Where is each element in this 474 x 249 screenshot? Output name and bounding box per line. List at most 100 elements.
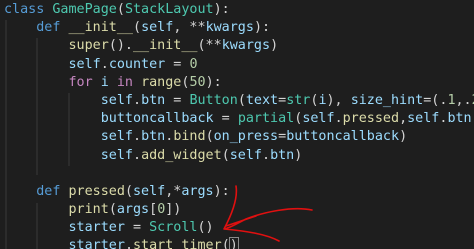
code-token: self: [302, 111, 335, 127]
code-token: super: [68, 38, 109, 54]
code-token: .: [133, 147, 142, 163]
code-line[interactable]: starter = Scroll(): [4, 219, 474, 237]
code-token: self: [100, 147, 133, 163]
code-line[interactable]: buttoncallback = partial(self.pressed,se…: [4, 110, 474, 128]
code-token: def: [36, 183, 61, 199]
code-token: __init__: [68, 20, 134, 36]
code-token: (: [133, 20, 142, 36]
code-token: (): [197, 220, 214, 236]
code-line[interactable]: def pressed(self,*args):: [4, 183, 474, 201]
code-token: .: [133, 92, 142, 108]
code-token: btn: [447, 111, 472, 127]
code-line[interactable]: for i in range(50):: [4, 74, 474, 92]
code-token: args: [181, 183, 214, 199]
code-token: ,: [399, 111, 408, 127]
code-line[interactable]: print(args[0]): [4, 201, 474, 219]
code-token: __init__: [133, 38, 198, 54]
code-line[interactable]: self.btn.bind(on_press=buttoncallback): [4, 128, 474, 146]
code-line[interactable]: super().__init__(**kwargs): [4, 37, 474, 55]
code-token: buttoncallback: [286, 129, 400, 145]
code-token: (: [221, 147, 230, 163]
code-token: ): [270, 38, 279, 54]
code-token: ().: [108, 38, 133, 54]
code-token: i: [100, 74, 109, 90]
code-token: print: [68, 202, 109, 218]
code-line[interactable]: starter.start_timer(): [4, 237, 474, 249]
code-token: StackLayout: [124, 2, 214, 17]
code-token: in: [116, 74, 133, 90]
code-token: self: [407, 111, 440, 127]
code-token: self: [133, 183, 166, 199]
code-token: Button: [189, 92, 238, 108]
code-token: ),: [326, 92, 351, 108]
code-token: (**: [197, 38, 222, 54]
code-line[interactable]: self.counter = 0: [4, 56, 474, 74]
code-token: buttoncallback: [100, 111, 214, 127]
code-token: ):: [205, 74, 222, 90]
code-token: starter: [68, 238, 125, 249]
code-token: text: [245, 92, 279, 108]
code-token: self: [100, 129, 133, 145]
code-token: class: [4, 2, 45, 17]
code-token: (: [237, 92, 246, 108]
code-token: .: [133, 129, 142, 145]
code-token: self: [229, 147, 262, 163]
code-token: counter: [108, 56, 166, 72]
code-token: 50: [189, 74, 206, 90]
code-token: =: [165, 92, 190, 108]
code-token: args: [116, 202, 150, 218]
code-token: .: [124, 238, 133, 249]
code-token: pressed: [68, 183, 125, 199]
code-token: kwargs: [221, 38, 271, 54]
code-token: .: [334, 111, 343, 127]
code-token: =: [278, 92, 287, 108]
code-line[interactable]: def __init__(self, **kwargs):: [4, 19, 474, 37]
code-line[interactable]: [4, 165, 474, 183]
code-token: GamePage: [52, 2, 117, 17]
code-token: (: [205, 129, 214, 145]
code-token: ,.: [455, 92, 472, 108]
code-token: bind: [173, 129, 206, 145]
code-token: i: [318, 92, 327, 108]
code-token: start_timer: [133, 238, 222, 249]
code-line[interactable]: self.add_widget(self.btn): [4, 147, 474, 165]
code-editor[interactable]: class GamePage(StackLayout): def __init_…: [0, 0, 474, 249]
code-token: self: [68, 56, 101, 72]
code-token: ): [294, 147, 303, 163]
code-token: (: [108, 202, 117, 218]
code-token: partial: [237, 111, 295, 127]
code-token: =: [124, 220, 150, 236]
code-token: (: [124, 183, 133, 199]
code-token: for: [68, 74, 93, 90]
code-token: pressed: [342, 111, 400, 127]
code-token: str: [286, 92, 311, 108]
code-token: .: [262, 147, 271, 163]
code-token: size_hint: [350, 92, 424, 108]
code-token: =(.: [423, 92, 448, 108]
code-token: ):: [253, 20, 271, 36]
code-token: =: [213, 111, 238, 127]
code-token: self: [100, 92, 133, 108]
code-text[interactable]: class GamePage(StackLayout): def __init_…: [4, 1, 474, 249]
code-token: =: [165, 56, 190, 72]
code-token: ,*: [165, 183, 182, 199]
code-token: .: [100, 56, 109, 72]
code-token: self: [141, 20, 174, 36]
code-line[interactable]: class GamePage(StackLayout):: [4, 1, 474, 19]
code-line[interactable]: self.btn = Button(text=str(i), size_hint…: [4, 92, 474, 110]
